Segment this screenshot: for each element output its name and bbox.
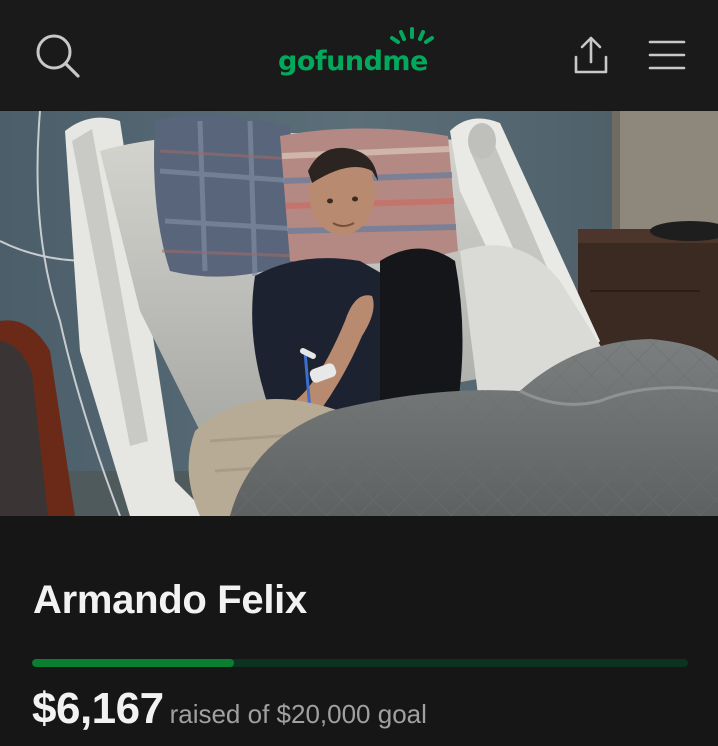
- amount-raised-line: $6,167 raised of $20,000 goal: [32, 684, 427, 734]
- goal-text: raised of $20,000 goal: [169, 699, 427, 729]
- share-icon: [574, 36, 608, 74]
- search-icon: [36, 34, 80, 78]
- fundraising-progress-bar: [32, 659, 688, 667]
- share-button[interactable]: [566, 30, 616, 80]
- gofundme-logo[interactable]: gofundme: [278, 26, 442, 82]
- top-nav-bar: gofundme: [0, 0, 718, 110]
- logo-wordmark: gofundme: [278, 46, 428, 77]
- campaign-title: Armando Felix: [33, 578, 307, 622]
- progress-bar-fill: [32, 659, 235, 667]
- menu-button[interactable]: [644, 34, 690, 76]
- campaign-page: gofundme Armando Felix $6,167 raised of …: [0, 0, 718, 746]
- hamburger-menu-icon: [648, 40, 686, 70]
- hospital-bed-photo: [0, 111, 718, 516]
- campaign-hero-photo[interactable]: [0, 111, 718, 516]
- search-button[interactable]: [30, 28, 84, 82]
- amount-raised: $6,167: [32, 684, 164, 733]
